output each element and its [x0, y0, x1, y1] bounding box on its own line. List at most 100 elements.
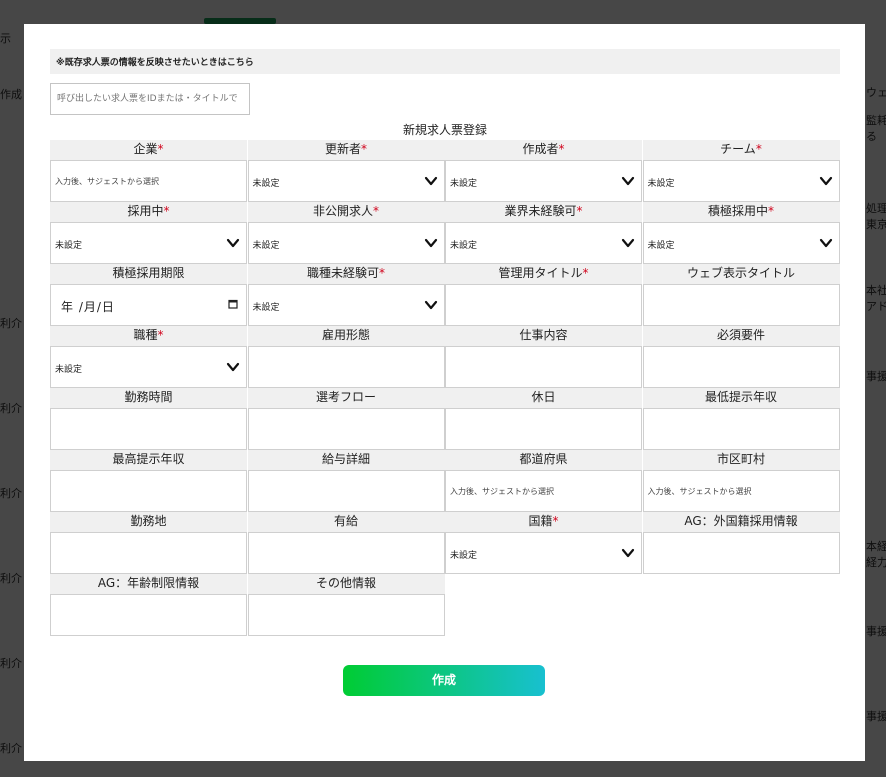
form-field: 職種* 未設定	[50, 326, 247, 388]
form-field: 更新者* 未設定	[247, 140, 445, 202]
select-field[interactable]: 未設定	[247, 160, 445, 202]
job-posting-modal: ※既存求人票の情報を反映させたいときはこちら 新規求人票登録 企業*入力後、サジ…	[24, 24, 865, 761]
text-field[interactable]	[247, 408, 445, 450]
form-field: 都道府県入力後、サジェストから選択	[445, 450, 642, 512]
required-mark: *	[755, 142, 762, 156]
form-field: 職種未経験可* 未設定	[247, 264, 445, 326]
field-label: 更新者*	[247, 140, 445, 160]
field-label: 雇用形態	[247, 326, 445, 346]
text-field[interactable]: 入力後、サジェストから選択	[642, 470, 840, 512]
field-label-text: 採用中	[127, 204, 164, 218]
field-label-text: 最高提示年収	[112, 452, 185, 466]
form-field: AG：年齢制限情報	[50, 574, 247, 636]
text-field[interactable]	[642, 532, 840, 574]
field-label: 仕事内容	[445, 326, 642, 346]
text-field[interactable]	[445, 408, 642, 450]
field-label: 最高提示年収	[50, 450, 247, 470]
chevron-down-icon	[819, 174, 833, 188]
text-field[interactable]	[445, 284, 642, 326]
form-field: 管理用タイトル*	[445, 264, 642, 326]
text-field[interactable]: 入力後、サジェストから選択	[50, 160, 247, 202]
field-label: 都道府県	[445, 450, 642, 470]
chevron-down-icon	[621, 546, 635, 560]
required-mark: *	[558, 142, 565, 156]
form-field: チーム* 未設定	[642, 140, 840, 202]
form-field: 市区町村入力後、サジェストから選択	[642, 450, 840, 512]
field-label-text: 雇用形態	[321, 328, 370, 342]
select-field[interactable]: 未設定	[445, 532, 642, 574]
text-field[interactable]	[642, 408, 840, 450]
field-label-text: 仕事内容	[519, 328, 568, 342]
form-field: 給与詳細	[247, 450, 445, 512]
chevron-down-icon	[621, 174, 635, 188]
field-label-text: 積極採用中	[707, 204, 768, 218]
required-mark: *	[582, 266, 589, 280]
field-label: 管理用タイトル*	[445, 264, 642, 284]
field-label-text: 作成者	[522, 142, 559, 156]
select-field[interactable]: 未設定	[445, 222, 642, 264]
field-label-text: 給与詳細	[321, 452, 370, 466]
date-field[interactable]: 年 /月/日	[50, 284, 247, 326]
form-title: 新規求人票登録	[402, 123, 487, 137]
field-label: 休日	[445, 388, 642, 408]
chevron-down-icon	[226, 360, 240, 374]
text-field[interactable]	[50, 594, 247, 636]
calendar-icon[interactable]	[228, 299, 238, 309]
select-field[interactable]: 未設定	[642, 222, 840, 264]
form-field: 選考フロー	[247, 388, 445, 450]
text-field[interactable]: 入力後、サジェストから選択	[445, 470, 642, 512]
required-mark: *	[379, 266, 385, 280]
field-label: 給与詳細	[247, 450, 445, 470]
field-label: 職種*	[50, 326, 247, 346]
select-field[interactable]: 未設定	[247, 222, 445, 264]
field-label: AG：外国籍採用情報	[642, 512, 840, 532]
select-field[interactable]: 未設定	[247, 284, 445, 326]
form-field: 業界未経験可* 未設定	[445, 202, 642, 264]
field-label-text: 市区町村	[716, 452, 765, 466]
field-label: 非公開求人*	[247, 202, 445, 222]
field-label-text: ウェブ表示タイトル	[686, 266, 795, 280]
form-field: 作成者* 未設定	[445, 140, 642, 202]
required-mark: *	[552, 514, 559, 528]
text-field[interactable]	[50, 532, 247, 574]
select-field[interactable]: 未設定	[50, 222, 247, 264]
field-label-text: 管理用タイトル	[498, 266, 583, 280]
field-label-text: 都道府県	[519, 452, 568, 466]
text-field[interactable]	[247, 470, 445, 512]
select-value: 未設定	[252, 303, 280, 313]
required-mark: *	[576, 204, 583, 218]
chevron-down-icon	[226, 236, 240, 250]
form-field: 最低提示年収	[642, 388, 840, 450]
create-button[interactable]: 作成	[343, 665, 545, 696]
select-field[interactable]: 未設定	[642, 160, 840, 202]
field-label: 採用中*	[50, 202, 247, 222]
required-mark: *	[373, 204, 379, 218]
field-label-text: その他情報	[315, 576, 376, 590]
field-label: 職種未経験可*	[247, 264, 445, 284]
field-label: 積極採用中*	[642, 202, 840, 222]
text-field[interactable]	[445, 346, 642, 388]
field-label-text: 国籍	[528, 514, 553, 528]
select-value: 未設定	[647, 179, 675, 189]
text-field[interactable]	[247, 346, 445, 388]
date-value: 年 /月/日	[61, 300, 115, 314]
text-field[interactable]	[50, 408, 247, 450]
field-label: 勤務時間	[50, 388, 247, 408]
recall-posting-input[interactable]	[50, 83, 250, 115]
select-value: 未設定	[252, 179, 280, 189]
text-field[interactable]	[247, 532, 445, 574]
field-label: ウェブ表示タイトル	[642, 264, 840, 284]
select-field[interactable]: 未設定	[445, 160, 642, 202]
text-field[interactable]	[50, 470, 247, 512]
select-field[interactable]: 未設定	[50, 346, 247, 388]
field-placeholder: 入力後、サジェストから選択	[55, 177, 159, 186]
field-label: 必須要件	[642, 326, 840, 346]
form-field: 採用中* 未設定	[50, 202, 247, 264]
select-value: 未設定	[450, 241, 478, 251]
text-field[interactable]	[642, 284, 840, 326]
select-value: 未設定	[450, 551, 478, 561]
form-field: 勤務時間	[50, 388, 247, 450]
text-field[interactable]	[642, 346, 840, 388]
field-label: 積極採用期限	[50, 264, 247, 284]
text-field[interactable]	[247, 594, 445, 636]
